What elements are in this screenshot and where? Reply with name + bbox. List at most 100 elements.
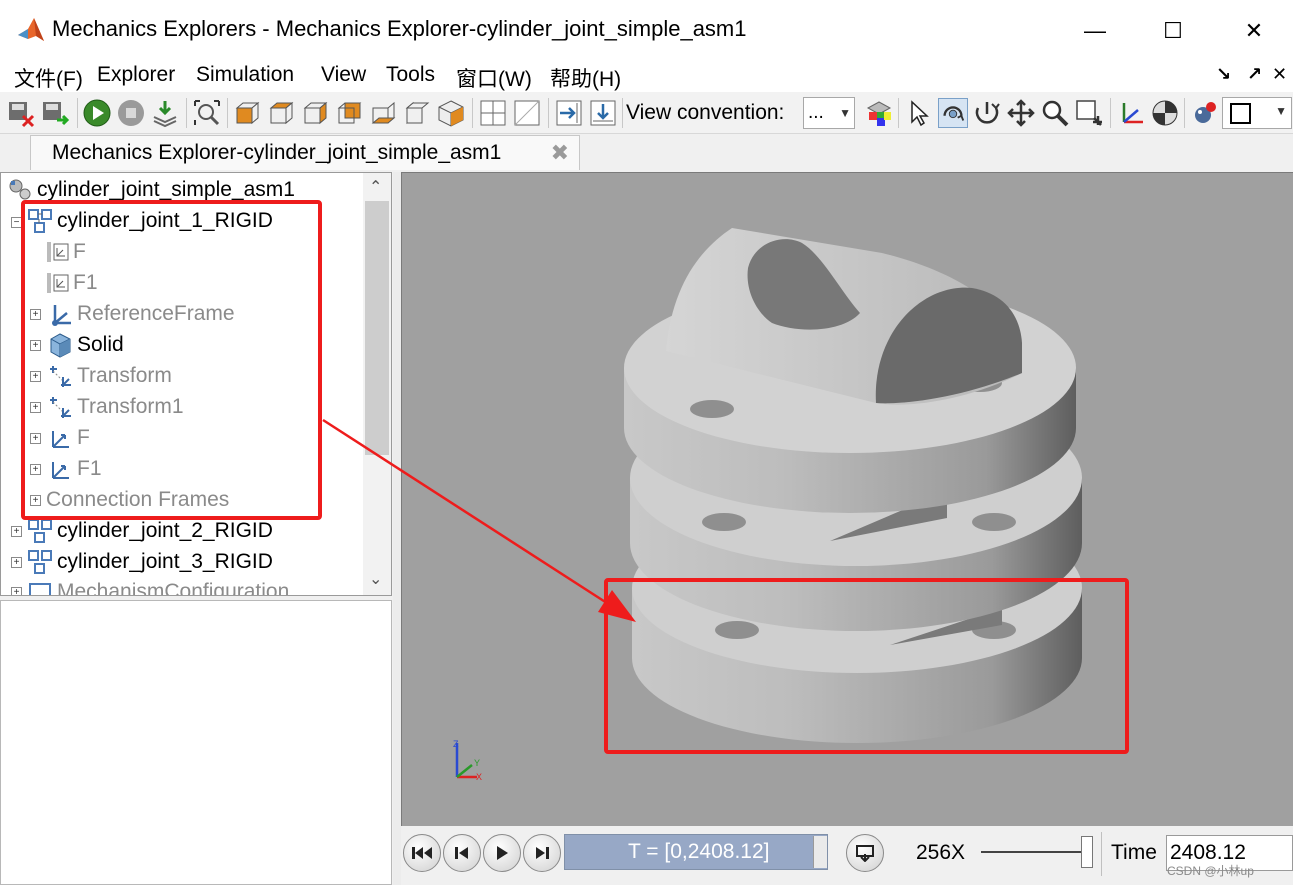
rewind-to-start-button[interactable] <box>403 834 441 872</box>
speed-slider-track[interactable] <box>981 851 1081 853</box>
menu-help[interactable]: 帮助(H) <box>550 63 621 93</box>
config-icon <box>29 583 51 595</box>
menu-explorer[interactable]: Explorer <box>97 63 175 87</box>
scroll-up-icon[interactable]: ⌃ <box>369 177 382 197</box>
background-swatch-icon <box>1230 103 1251 124</box>
close-figure-icon[interactable]: ✕ <box>1272 64 1287 85</box>
minimize-button[interactable]: — <box>1073 14 1117 48</box>
step-forward-button[interactable] <box>523 834 561 872</box>
split-right-icon[interactable] <box>554 98 584 128</box>
annotation-box-viewport <box>604 578 1129 754</box>
view-left-icon[interactable] <box>402 98 432 128</box>
tree-item-mechanism-configuration[interactable]: MechanismConfiguration <box>27 577 290 596</box>
properties-pane <box>0 600 392 885</box>
play-icon <box>497 846 508 860</box>
loop-button[interactable] <box>846 834 884 872</box>
time-range-handle[interactable] <box>813 836 827 868</box>
save-green-icon[interactable] <box>40 98 70 128</box>
chevron-down-icon: ▼ <box>839 106 851 120</box>
close-button[interactable]: ✕ <box>1232 14 1276 48</box>
watermark-text: CSDN @小林up <box>1167 864 1254 878</box>
color-map-icon[interactable] <box>864 98 894 128</box>
triad-icon[interactable] <box>1116 98 1146 128</box>
dock-icon[interactable]: ↗ <box>1247 64 1262 85</box>
pan-icon[interactable] <box>1006 98 1036 128</box>
toolbar-separator <box>227 98 228 128</box>
tree-label: cylinder_joint_2_RIGID <box>57 519 273 542</box>
triad-x-label: X <box>476 772 482 782</box>
step-back-icon <box>455 847 468 859</box>
view-right-icon[interactable] <box>300 98 330 128</box>
zoom-icon[interactable] <box>1040 98 1070 128</box>
four-view-layout-icon[interactable] <box>478 98 508 128</box>
time-range-text: T = [0,2408.12] <box>628 840 770 863</box>
expand-toggle[interactable]: + <box>11 526 22 537</box>
toolbar-separator <box>548 98 549 128</box>
menu-file[interactable]: 文件(F) <box>14 63 83 93</box>
menu-simulation[interactable]: Simulation <box>196 63 294 87</box>
lighting-icon[interactable] <box>1190 98 1220 128</box>
document-tab-bar: Mechanics Explorer-cylinder_joint_simple… <box>0 134 1293 170</box>
expand-toggle[interactable]: + <box>11 557 22 568</box>
toolbar-separator <box>186 98 187 128</box>
time-range-slider[interactable]: T = [0,2408.12] <box>564 834 828 870</box>
toolbar-separator <box>1184 98 1185 128</box>
expand-toggle[interactable]: + <box>11 587 22 595</box>
single-view-layout-icon[interactable] <box>512 98 542 128</box>
split-down-icon[interactable] <box>588 98 618 128</box>
scroll-down-icon[interactable]: ⌄ <box>369 569 382 589</box>
triad-z-label: Z <box>453 739 459 749</box>
menu-view[interactable]: View <box>321 63 366 87</box>
playback-controls: T = [0,2408.12] 256X Time 2408.12 <box>401 826 1293 885</box>
background-color-dropdown[interactable]: ▼ <box>1222 97 1292 129</box>
view-iso-icon[interactable] <box>436 98 466 128</box>
toolbar-separator <box>1110 98 1111 128</box>
download-stack-icon[interactable] <box>150 98 180 128</box>
stop-icon[interactable] <box>116 98 146 128</box>
toolbar: View convention: ... ▼ ▼ <box>0 92 1293 134</box>
panel-splitter[interactable] <box>393 172 401 885</box>
speed-slider-thumb[interactable] <box>1081 836 1093 868</box>
toolbar-separator <box>898 98 899 128</box>
toolbar-separator <box>622 98 623 128</box>
tab-mechanics-explorer[interactable]: Mechanics Explorer-cylinder_joint_simple… <box>30 135 580 170</box>
tree-item-cylinder-joint-2-rigid[interactable]: cylinder_joint_2_RIGID <box>27 516 273 546</box>
tab-close-icon[interactable]: ✖ <box>551 140 569 166</box>
view-convention-dropdown[interactable]: ... ▼ <box>803 97 855 129</box>
maximize-button[interactable]: ☐ <box>1151 14 1195 48</box>
view-front-icon[interactable] <box>232 98 262 128</box>
toolbar-separator <box>472 98 473 128</box>
undock-icon[interactable]: ↘ <box>1216 64 1231 85</box>
tab-label: Mechanics Explorer-cylinder_joint_simple… <box>52 141 502 164</box>
view-back-icon[interactable] <box>334 98 364 128</box>
tree-label: MechanismConfiguration <box>57 580 290 596</box>
tree-scrollbar[interactable]: ⌃ ⌄ <box>363 173 391 595</box>
zoom-box-icon[interactable] <box>1074 98 1104 128</box>
window-title: Mechanics Explorers - Mechanics Explorer… <box>52 16 747 41</box>
step-back-button[interactable] <box>443 834 481 872</box>
save-red-icon[interactable] <box>6 98 36 128</box>
mechanics-explorer-window: Mechanics Explorers - Mechanics Explorer… <box>0 0 1293 885</box>
annotation-box-tree <box>21 200 322 520</box>
play-icon[interactable] <box>82 98 112 128</box>
toolbar-separator <box>77 98 78 128</box>
time-label: Time <box>1111 841 1157 864</box>
roll-icon[interactable] <box>972 98 1002 128</box>
tree-item-cylinder-joint-3-rigid[interactable]: cylinder_joint_3_RIGID <box>27 547 273 577</box>
view-top-icon[interactable] <box>266 98 296 128</box>
menu-tools[interactable]: Tools <box>386 63 435 87</box>
scrollbar-thumb[interactable] <box>365 201 389 455</box>
tree-root-label: cylinder_joint_simple_asm1 <box>37 178 295 201</box>
triad-y-label: Y <box>474 758 480 768</box>
menu-window[interactable]: 窗口(W) <box>456 63 532 93</box>
play-button[interactable] <box>483 834 521 872</box>
select-pointer-icon[interactable] <box>904 98 934 128</box>
playback-speed: 256X <box>916 841 966 864</box>
menu-bar: 文件(F) Explorer Simulation View Tools 窗口(… <box>0 60 1293 92</box>
tree-label: cylinder_joint_3_RIGID <box>57 550 273 573</box>
view-bottom-icon[interactable] <box>368 98 398 128</box>
rotate-icon[interactable] <box>938 98 968 128</box>
zoom-fit-icon[interactable] <box>192 98 222 128</box>
shading-sphere-icon[interactable] <box>1150 98 1180 128</box>
chevron-down-icon: ▼ <box>1275 104 1287 118</box>
